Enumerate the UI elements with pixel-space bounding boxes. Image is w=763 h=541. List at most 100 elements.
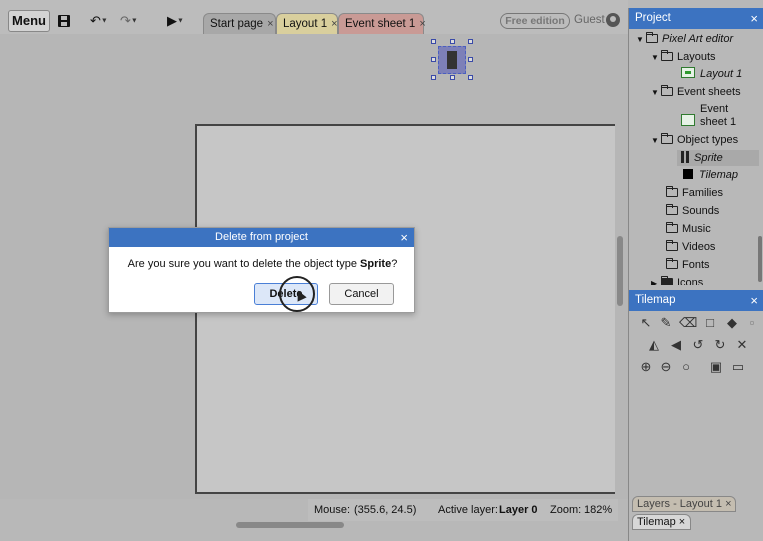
rectangle-icon[interactable]: □ xyxy=(701,314,719,332)
clear-icon[interactable]: ✕ xyxy=(733,336,751,354)
tab-event-sheet-1[interactable]: Event sheet 1 × xyxy=(338,13,426,34)
tree-item-layout-1[interactable]: Layout 1 xyxy=(681,66,742,82)
close-icon[interactable]: × xyxy=(331,18,337,30)
eraser-icon[interactable]: ⌫ xyxy=(679,314,697,332)
panel-title: Project xyxy=(635,12,671,24)
select-tool-icon[interactable]: ↖ xyxy=(637,314,655,332)
project-panel: Project × ▼ Pixel Art editor ▼ Layouts Lay… xyxy=(628,8,763,290)
fill-bucket-icon[interactable]: ◆ xyxy=(723,314,741,332)
tree-item-object-types[interactable]: ▼ Object types xyxy=(651,132,738,148)
resize-handle[interactable] xyxy=(450,39,455,44)
zoom-out-icon[interactable]: ⊖ xyxy=(657,358,675,376)
resize-handle[interactable] xyxy=(431,39,436,44)
tree-item-families[interactable]: Families xyxy=(666,185,723,201)
close-icon[interactable]: × xyxy=(750,290,758,311)
tab-label: Tilemap xyxy=(637,516,676,528)
active-layer-label: Active layer: xyxy=(438,504,498,516)
close-icon[interactable]: × xyxy=(750,8,758,29)
tree-item-music[interactable]: Music xyxy=(666,221,711,237)
dialog-title: Delete from project xyxy=(215,231,308,243)
tree-item-videos[interactable]: Videos xyxy=(666,239,715,255)
zoom-in-icon[interactable]: ⊕ xyxy=(637,358,655,376)
folder-open-icon[interactable]: ▭ xyxy=(729,358,747,376)
pencil-icon[interactable]: ✎ xyxy=(657,314,675,332)
zoom-value: 182% xyxy=(584,504,613,516)
tree-item-fonts[interactable]: Fonts xyxy=(666,257,710,273)
dialog-title-bar: Delete from project × xyxy=(109,228,414,247)
tab-label: Layers - Layout 1 xyxy=(637,498,722,510)
tree-item-tilemap[interactable]: Tilemap xyxy=(683,167,738,183)
resize-handle[interactable] xyxy=(431,57,436,62)
folder-icon xyxy=(666,240,678,251)
play-icon[interactable]: ▶▼ xyxy=(167,10,184,32)
folder-icon xyxy=(661,50,673,61)
mouse-label: Mouse: xyxy=(314,504,351,516)
message-text: Are you sure you want to delete the obje… xyxy=(127,258,361,270)
message-suffix: ? xyxy=(391,258,398,270)
user-label[interactable]: Guest xyxy=(574,14,605,26)
layout-icon xyxy=(681,67,695,78)
tab-layers[interactable]: Layers - Layout 1 × xyxy=(632,496,736,512)
zoom-reset-icon[interactable]: ○ xyxy=(677,358,695,376)
expand-icon[interactable]: ▶ xyxy=(651,276,661,285)
close-icon[interactable]: × xyxy=(400,228,408,247)
event-sheet-icon xyxy=(681,114,695,126)
expand-icon[interactable]: ▼ xyxy=(651,50,661,66)
expand-icon[interactable]: ▼ xyxy=(636,32,646,48)
redo-icon[interactable]: ↷▼ xyxy=(120,10,138,32)
tab-layout-1[interactable]: Layout 1 × xyxy=(276,13,338,34)
save-icon[interactable] xyxy=(57,10,73,32)
tree-item-icons[interactable]: ▶ Icons xyxy=(651,275,703,285)
edition-badge[interactable]: Free edition xyxy=(500,13,570,29)
close-icon[interactable]: × xyxy=(725,498,731,510)
flip-horizontal-icon[interactable]: ◭ xyxy=(645,336,663,354)
tree-item-label: Layout 1 xyxy=(700,68,743,80)
resize-handle[interactable] xyxy=(468,57,473,62)
resize-handle[interactable] xyxy=(468,75,473,80)
flip-vertical-icon[interactable]: ◀ xyxy=(667,336,685,354)
tree-item-event-sheets[interactable]: ▼ Event sheets xyxy=(651,84,741,100)
menu-button[interactable]: Menu xyxy=(8,10,50,32)
cancel-button[interactable]: Cancel xyxy=(329,283,394,305)
folder-icon xyxy=(666,204,678,215)
panel-title: Tilemap xyxy=(635,294,676,306)
expand-icon[interactable]: ▼ xyxy=(651,133,661,149)
tree-item-sounds[interactable]: Sounds xyxy=(666,203,719,219)
resize-handle[interactable] xyxy=(431,75,436,80)
undo-icon[interactable]: ↶▼ xyxy=(90,10,108,32)
tilemap-icon xyxy=(683,169,693,179)
tree-item-label: Videos xyxy=(682,241,716,253)
tree-item-project-root[interactable]: ▼ Pixel Art editor xyxy=(636,31,733,47)
tilemap-panel-header: Tilemap × xyxy=(629,290,763,311)
tree-item-label: Pixel Art editor xyxy=(662,33,734,45)
close-icon[interactable]: × xyxy=(267,18,273,30)
horizontal-scrollbar[interactable] xyxy=(236,522,344,528)
save-icon[interactable]: ▣ xyxy=(707,358,725,376)
tree-item-label: Fonts xyxy=(682,259,710,271)
close-icon[interactable]: × xyxy=(419,18,425,30)
vertical-scrollbar[interactable] xyxy=(617,236,623,306)
folder-icon xyxy=(666,222,678,233)
sprite-instance[interactable] xyxy=(438,46,466,74)
folder-icon xyxy=(666,258,678,269)
rotate-cw-icon[interactable]: ↻ xyxy=(711,336,729,354)
mouse-position: (355.6, 24.5) xyxy=(354,504,417,516)
tree-item-label: Event sheets xyxy=(677,86,741,98)
project-scrollbar[interactable] xyxy=(758,236,762,282)
tree-item-label: Sprite xyxy=(694,152,723,164)
resize-handle[interactable] xyxy=(468,39,473,44)
zoom-label: Zoom: xyxy=(550,504,582,516)
resize-handle[interactable] xyxy=(450,75,455,80)
rotate-ccw-icon[interactable]: ↺ xyxy=(689,336,707,354)
tree-item-layouts[interactable]: ▼ Layouts xyxy=(651,49,716,65)
tab-tilemap[interactable]: Tilemap × xyxy=(632,514,691,530)
folder-icon xyxy=(661,85,673,96)
user-icon[interactable] xyxy=(606,13,620,27)
tab-start-page[interactable]: Start page × xyxy=(203,13,276,34)
tree-item-label: Tilemap xyxy=(699,169,739,181)
close-icon[interactable]: × xyxy=(679,516,685,528)
tree-item-event-sheet-1[interactable]: Event sheet 1 xyxy=(681,103,736,133)
expand-icon[interactable]: ▼ xyxy=(651,85,661,101)
tree-item-sprite[interactable]: Sprite xyxy=(677,150,759,166)
tile-select-icon[interactable]: ▫ xyxy=(743,314,761,332)
